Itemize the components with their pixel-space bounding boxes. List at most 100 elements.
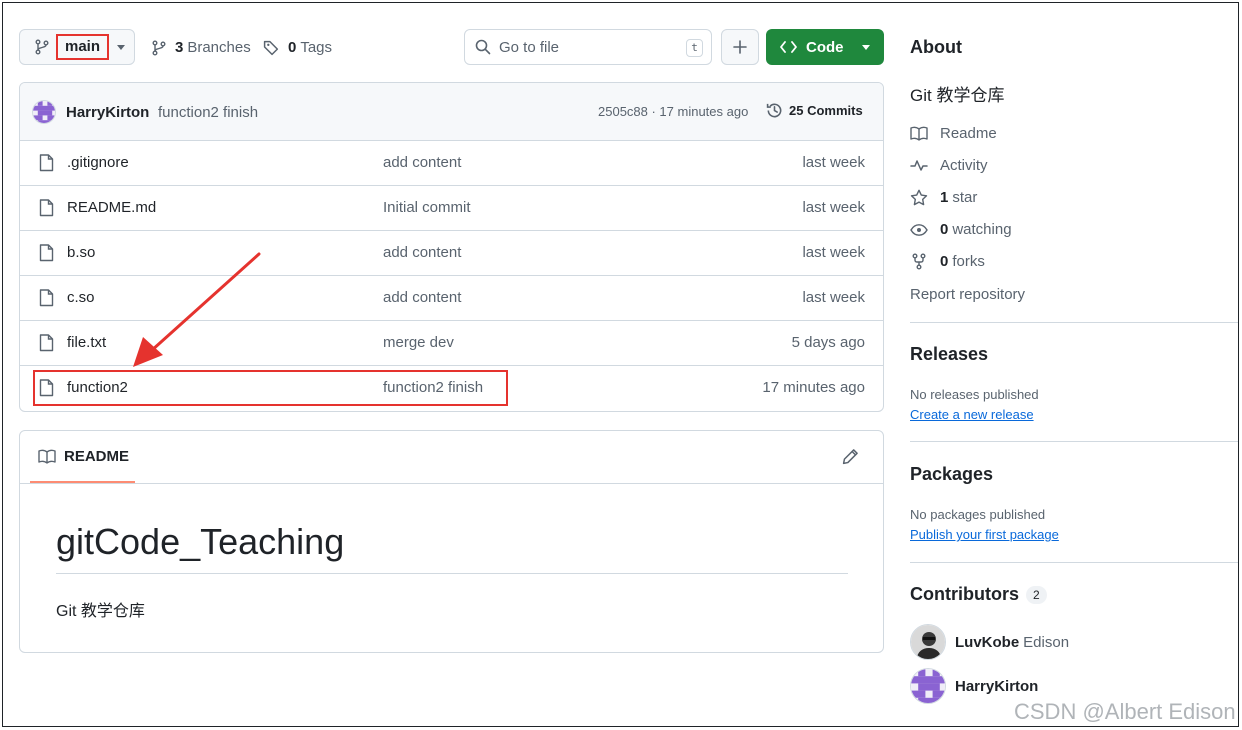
file-commit-message[interactable]: add content [383,244,461,261]
avatar[interactable] [32,100,56,124]
sidebar-divider [910,441,1238,442]
tags-label: Tags [300,39,333,56]
repo-description: Git 教学仓库 [910,86,1005,105]
chevron-down-icon [117,44,126,50]
tags-link[interactable]: 0 Tags [263,39,332,56]
file-icon [39,154,54,172]
file-name-link[interactable]: c.so [67,289,95,306]
page-frame: main 3 Branches 0 Tags t Code [2,2,1239,727]
watching-label: watching [952,221,1012,238]
stars-link[interactable]: 1 star [910,189,977,206]
table-row[interactable]: .gitignore add content last week [20,141,883,186]
watermark: CSDN @Albert Edison [1014,699,1236,724]
latest-commit-bar: HarryKirton function2 finish 2505c88 · 1… [20,83,883,141]
file-icon [39,334,54,352]
annotation-arrow-icon [133,252,261,367]
publish-package-link[interactable]: Publish your first package [910,527,1059,542]
fork-icon [910,253,940,270]
search-icon [475,39,491,55]
branch-name: main [56,34,110,60]
git-branch-icon [34,39,50,55]
contributors-count-badge: 2 [1025,585,1047,604]
code-button-label: Code [806,38,844,56]
file-name-link[interactable]: .gitignore [67,154,129,171]
forks-label: forks [952,253,985,270]
readme-panel: README gitCode_Teaching Git 教学仓库 [19,430,884,653]
file-name-link[interactable]: file.txt [67,334,106,351]
go-to-file-search[interactable]: t [464,29,712,65]
table-row[interactable]: README.md Initial commit last week [20,186,883,231]
commits-history-link[interactable]: 25 Commits [766,102,863,119]
watching-count: 0 [940,221,949,238]
readme-divider [56,573,848,574]
packages-heading[interactable]: Packages [910,464,993,485]
star-icon [910,189,940,206]
activity-link[interactable]: Activity [910,157,988,174]
file-icon [39,199,54,217]
create-release-link[interactable]: Create a new release [910,407,1034,422]
search-input[interactable] [499,38,669,56]
code-icon [780,40,797,54]
file-commit-date: last week [802,289,865,306]
branches-count: 3 [175,39,184,56]
file-commit-message[interactable]: add content [383,289,461,306]
file-name-link[interactable]: b.so [67,244,95,261]
readme-title: gitCode_Teaching [56,521,345,562]
file-commit-date: last week [802,244,865,261]
sidebar-divider [910,322,1238,323]
branch-selector-button[interactable]: main [19,29,135,65]
avatar [910,624,946,660]
commit-author[interactable]: HarryKirton [66,104,149,121]
plus-icon [733,40,747,54]
pencil-icon[interactable] [842,448,859,465]
file-commit-date: last week [802,154,865,171]
contributor-login: HarryKirton [955,677,1039,695]
file-icon [39,244,54,262]
history-clock-icon [766,102,783,119]
branches-link[interactable]: 3 Branches [151,39,251,56]
book-icon [910,126,940,141]
file-commit-message[interactable]: add content [383,154,461,171]
forks-link[interactable]: 0 forks [910,253,985,270]
commits-count-label: 25 Commits [789,103,863,118]
commit-hash-time[interactable]: 2505c88 · 17 minutes ago [598,104,748,119]
file-commit-date: 5 days ago [791,334,865,351]
stars-label: star [952,189,978,206]
readme-link[interactable]: Readme [910,125,997,142]
code-button[interactable]: Code [766,29,884,65]
file-commit-date: 17 minutes ago [762,379,865,396]
contributor-item[interactable]: LuvKobe Edison [910,624,1069,660]
avatar [910,668,946,704]
no-releases-text: No releases published [910,387,1039,402]
file-commit-message[interactable]: merge dev [383,334,454,351]
annotation-highlight-box [33,370,508,406]
pulse-icon [910,158,940,173]
about-heading: About [910,37,962,57]
eye-icon [910,223,940,237]
git-branch-icon [151,40,167,56]
file-commit-message[interactable]: Initial commit [383,199,471,216]
report-repository-link[interactable]: Report repository [910,286,1025,303]
stars-count: 1 [940,189,949,206]
readme-link-label: Readme [940,125,997,142]
readme-tab-label: README [64,447,130,465]
activity-link-label: Activity [940,157,988,174]
tab-readme[interactable]: README [30,431,135,483]
contributors-heading-row[interactable]: Contributors 2 [910,584,1047,605]
file-icon [39,289,54,307]
no-packages-text: No packages published [910,507,1046,522]
file-commit-date: last week [802,199,865,216]
add-file-button[interactable] [721,29,759,65]
tags-count: 0 [288,39,297,56]
file-name-link[interactable]: README.md [67,199,156,216]
shortcut-key-badge: t [686,39,703,57]
readme-body: Git 教学仓库 [56,603,145,620]
tag-icon [263,39,280,56]
contributors-heading: Contributors [910,584,1019,604]
readme-header: README [20,431,883,484]
releases-heading[interactable]: Releases [910,344,988,365]
branches-label: Branches [187,39,251,56]
commit-message[interactable]: function2 finish [158,104,258,121]
book-icon [38,449,56,464]
watching-link[interactable]: 0 watching [910,221,1012,238]
